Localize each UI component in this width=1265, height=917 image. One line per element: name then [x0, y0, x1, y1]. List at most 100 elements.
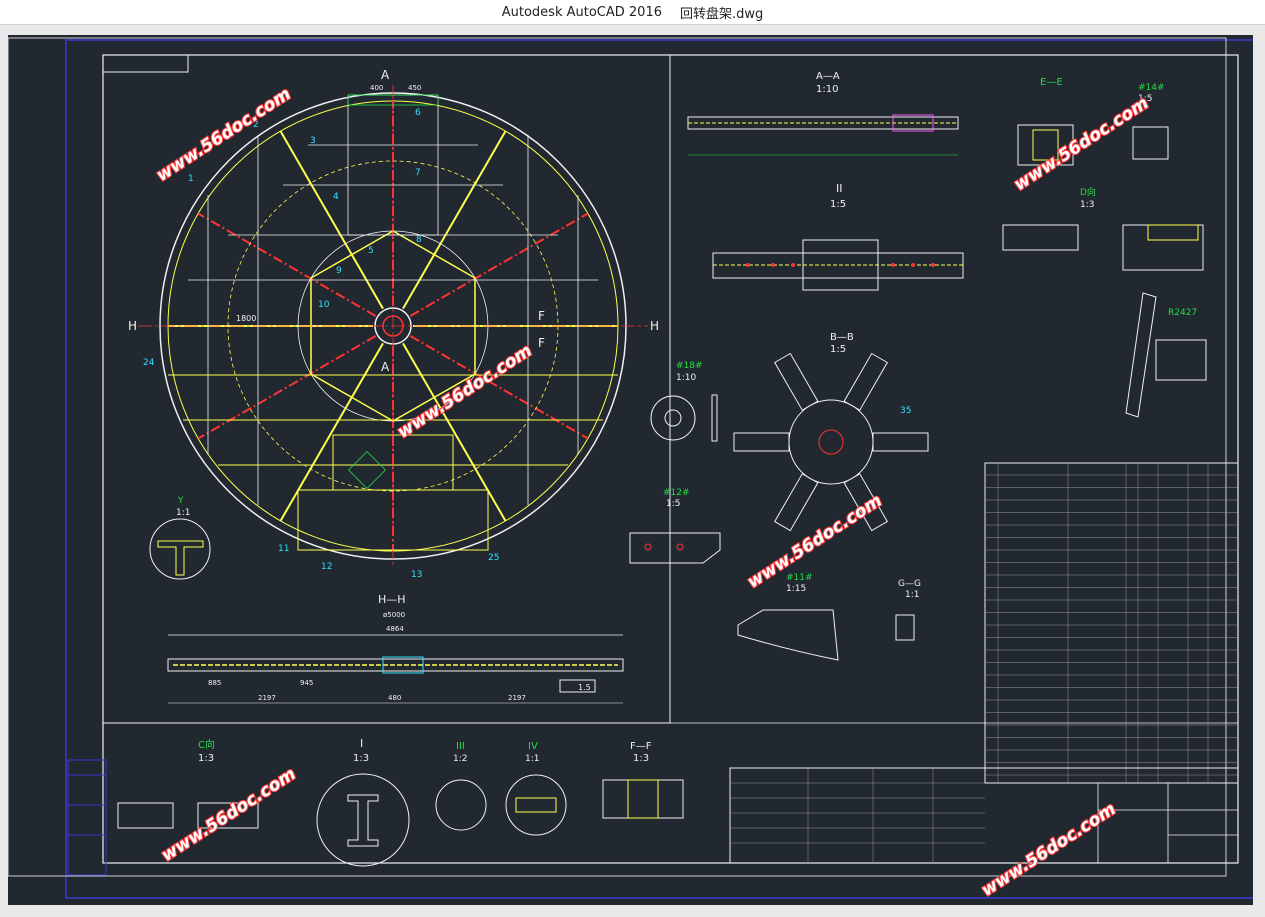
watermark-2: www.56doc.com: [1011, 93, 1153, 195]
detail-y: Y 1:1: [149, 496, 211, 580]
bb-title: B—B: [830, 332, 854, 343]
aa-mark-top: A: [381, 68, 390, 82]
callout-13: 13: [411, 570, 422, 580]
callout-4: 4: [333, 192, 339, 202]
bb-arm: [843, 352, 888, 411]
dim-480: 480: [388, 694, 401, 702]
callout-35: 35: [900, 406, 911, 416]
y-scale: 1:1: [176, 508, 190, 518]
c-title: C向: [198, 738, 215, 751]
hh-mark-left: H: [128, 319, 137, 333]
part-12-view: #12# 1:5: [629, 488, 721, 564]
watermark-5: www.56doc.com: [158, 764, 300, 866]
dim-2197-right: 2197: [508, 694, 526, 702]
detail-iii: III 1:2: [435, 741, 487, 831]
part12-scale: 1:5: [666, 499, 680, 509]
aa-title: A—A: [816, 71, 840, 82]
ee-title: E—E: [1040, 77, 1063, 88]
part14-title: #14#: [1138, 83, 1165, 93]
detail-iv: IV 1:1: [505, 741, 567, 836]
part18-scale: 1:10: [676, 373, 696, 383]
ff2-title: F—F: [630, 741, 652, 752]
dim-400: 400: [370, 84, 383, 92]
detail-i-scale: 1:3: [353, 753, 369, 764]
bill-of-materials: [984, 462, 1239, 784]
left-margin-box: [67, 759, 107, 876]
ff-mark-top: F: [538, 309, 545, 323]
dim-450: 450: [408, 84, 421, 92]
section-aa: A—A 1:10: [687, 71, 959, 156]
detail-iii-scale: 1:2: [453, 754, 467, 764]
detail-ii-scale: 1:5: [830, 199, 846, 210]
gg-scale: 1:1: [905, 590, 919, 600]
dim-885: 885: [208, 679, 221, 687]
dim-5000: ø5000: [383, 611, 405, 619]
dim-1800: 1800: [236, 314, 256, 323]
dim-2197-left: 2197: [258, 694, 276, 702]
callout-25: 25: [488, 553, 499, 563]
part12-title: #12#: [663, 488, 690, 498]
detail-i: I 1:3: [316, 737, 410, 867]
ff-mark-bottom: F: [538, 336, 545, 350]
bb-arm: [733, 432, 790, 452]
callout-9: 9: [336, 266, 342, 276]
callout-7: 7: [415, 168, 421, 178]
bb-arm: [774, 352, 819, 411]
detail-ii: II 1:5: [712, 182, 964, 291]
section-bb: B—B 1:5 35: [733, 332, 929, 532]
bb-scale: 1:5: [830, 344, 846, 355]
dim-4864: 4864: [386, 625, 404, 633]
disk-spoke: [279, 342, 384, 522]
watermark-3: www.56doc.com: [394, 341, 536, 443]
disk-spoke: [279, 130, 384, 310]
disk-spoke: [409, 335, 589, 440]
dim-945: 945: [300, 679, 313, 687]
callout-8: 8: [416, 235, 422, 245]
aa-mark-center: A: [381, 360, 390, 374]
part-18-view: #18# 1:10: [650, 361, 718, 442]
gg-title: G—G: [898, 579, 921, 589]
drawing-viewport[interactable]: H H A A F F 1800 400 450 2 3 1 4 5 6 7 8…: [8, 35, 1253, 905]
detail-iii-title: III: [456, 741, 465, 752]
disk-spoke: [197, 335, 377, 440]
disk-spoke: [197, 212, 377, 317]
viewport-border: [65, 39, 1253, 899]
model-space[interactable]: H H A A F F 1800 400 450 2 3 1 4 5 6 7 8…: [8, 35, 1253, 905]
y-title: Y: [177, 496, 184, 506]
d-scale: 1:3: [1080, 200, 1094, 210]
disk-spoke: [409, 212, 589, 317]
callout-6: 6: [415, 108, 421, 118]
callout-12: 12: [321, 562, 332, 572]
detail-i-title: I: [360, 737, 363, 750]
window-titlebar: Autodesk AutoCAD 2016 回转盘架.dwg: [0, 0, 1265, 25]
detail-iv-title: IV: [528, 741, 538, 752]
aa-scale: 1:10: [816, 84, 838, 95]
view-r2427: R2427: [1125, 292, 1207, 418]
detail-iv-scale: 1:1: [525, 754, 539, 764]
c-scale: 1:3: [198, 753, 214, 764]
callout-10: 10: [318, 300, 330, 310]
section-hh: H—H ø5000 4864 2197 480 2197 945 885 1.5: [167, 593, 624, 704]
bb-arm: [872, 432, 929, 452]
corner-tag-box: [102, 54, 189, 73]
watermark-group: www.56doc.com www.56doc.com www.56doc.co…: [152, 83, 1154, 902]
d-title: D向: [1080, 186, 1096, 198]
file-name: 回转盘架.dwg: [679, 6, 764, 22]
ff2-scale: 1:3: [633, 753, 649, 764]
flatness-value: 1.5: [578, 683, 591, 692]
disk-spoke: [402, 130, 507, 310]
section-gg: G—G 1:1: [895, 579, 921, 641]
part11-scale: 1:15: [786, 584, 806, 594]
callout-1: 1: [188, 174, 194, 184]
cad-drawing: H H A A F F 1800 400 450 2 3 1 4 5 6 7 8…: [8, 37, 1253, 902]
watermark-4: www.56doc.com: [744, 491, 886, 593]
r-label: R2427: [1168, 308, 1197, 318]
hh-title: H—H: [378, 593, 406, 606]
bb-arm: [774, 473, 819, 532]
callout-5: 5: [368, 246, 374, 256]
callout-11: 11: [278, 544, 289, 554]
app-name: Autodesk AutoCAD 2016: [501, 4, 662, 20]
section-ff: F—F 1:3: [602, 741, 684, 819]
detail-ii-title: II: [836, 182, 843, 195]
callout-3: 3: [310, 136, 316, 146]
